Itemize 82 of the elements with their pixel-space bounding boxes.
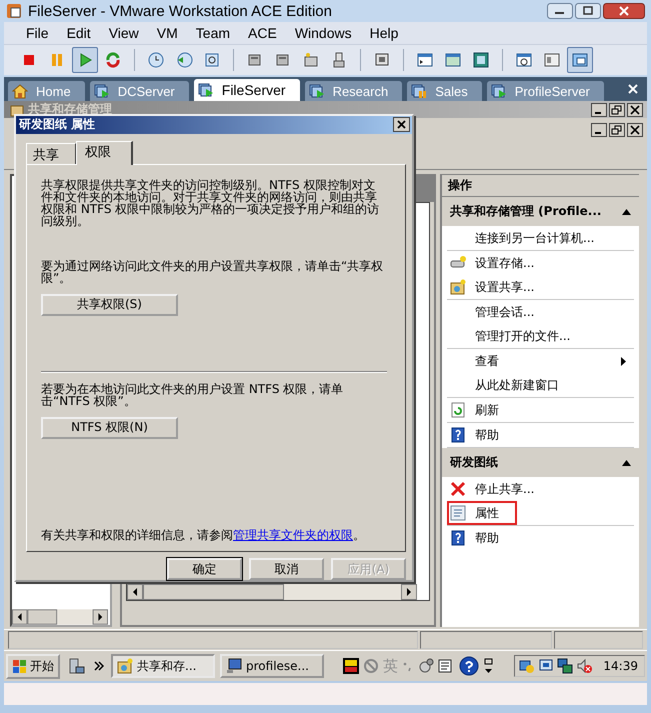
- windows-flag-icon: [12, 658, 28, 674]
- action-item[interactable]: 帮助: [447, 526, 634, 550]
- menu-item[interactable]: ACE: [240, 25, 287, 41]
- menu-item[interactable]: Windows: [286, 25, 362, 41]
- help-link[interactable]: 管理共享文件夹的权限: [233, 528, 353, 542]
- menu-item[interactable]: Help: [362, 25, 408, 41]
- help-icon: [450, 530, 466, 546]
- refresh-icon: [450, 402, 466, 418]
- vm-running-icon: [94, 83, 110, 99]
- menu-item[interactable]: View: [100, 25, 149, 41]
- start-button[interactable]: 开始: [6, 654, 60, 678]
- menu-item[interactable]: Edit: [58, 25, 101, 41]
- info-text: 有关共享和权限的详细信息，请参阅管理共享文件夹的权限。: [41, 529, 366, 541]
- action-item[interactable]: 从此处新建窗口: [447, 373, 634, 397]
- dialog-tab[interactable]: 权限: [76, 140, 133, 165]
- instruction-text: 要为通过网络访问此文件夹的用户设置共享权限，请单击“共享权限”。: [41, 260, 384, 284]
- menu-item[interactable]: Team: [188, 25, 240, 41]
- submenu-arrow-icon: [621, 356, 626, 366]
- minimize-icon: [547, 3, 573, 19]
- toolbar-button[interactable]: [567, 47, 593, 73]
- menu-arrow-icon: [484, 658, 494, 674]
- actions-header: 操作: [442, 174, 639, 197]
- keyboard-icon: [438, 658, 454, 674]
- app-icon: [10, 102, 24, 116]
- restore-icon: [609, 123, 625, 137]
- dialog-button[interactable]: 确定: [167, 558, 242, 580]
- section-header[interactable]: 共享和存储管理 (Profile...: [442, 197, 639, 226]
- ntfs-permissions-button[interactable]: NTFS 权限(N): [41, 416, 178, 439]
- instruction-text: 若要为在本地访问此文件夹的用户设置 NTFS 权限，请单击“NTFS 权限”。: [41, 382, 344, 407]
- action-item[interactable]: 查看: [447, 349, 634, 373]
- action-item[interactable]: 帮助: [447, 423, 634, 447]
- action-item[interactable]: 刷新: [447, 398, 634, 422]
- reset-icon: [104, 51, 122, 69]
- close-icon: [627, 123, 643, 137]
- taskbar-button[interactable]: profilese...: [220, 654, 324, 678]
- clock: 14:39: [602, 659, 638, 673]
- action-item[interactable]: 停止共享...: [447, 477, 634, 501]
- menu-item[interactable]: File: [18, 25, 59, 41]
- action-item[interactable]: 管理会话...: [447, 300, 634, 324]
- menu-item[interactable]: VM: [148, 25, 188, 41]
- close-icon: [393, 117, 410, 132]
- section-title: 研发图纸: [450, 454, 499, 471]
- action-item[interactable]: 设置共享...: [447, 275, 634, 299]
- prohibited-icon: [363, 658, 379, 674]
- vm-logo-icon: [6, 3, 22, 19]
- action-item[interactable]: 属性: [447, 501, 517, 525]
- action-item[interactable]: 连接到另一台计算机...: [447, 226, 634, 250]
- minimize-icon: [591, 123, 607, 137]
- dialog-title: 研发图纸 属性: [19, 116, 96, 134]
- toolbar-button[interactable]: [72, 47, 98, 73]
- maximize-icon: [575, 3, 601, 19]
- dialog-tab[interactable]: 共享: [26, 142, 76, 164]
- house-icon: [12, 83, 28, 99]
- server-icon: [67, 657, 85, 675]
- speaker-muted-icon: [576, 658, 592, 674]
- mmc-title: 共享和存储管理: [28, 101, 113, 118]
- help-icon: [450, 427, 466, 443]
- section-header[interactable]: 研发图纸: [442, 448, 639, 477]
- properties-icon: [450, 505, 466, 521]
- folder-icon: [117, 658, 133, 674]
- chevron-icon: [94, 661, 104, 671]
- vm-tab[interactable]: FileServer: [194, 79, 300, 101]
- section-title: 共享和存储管理 (Profile...: [450, 203, 602, 220]
- description-text: 共享权限提供共享文件夹的访问控制级别。NTFS 权限控制对文件和文件夹的本地访问。对于共享文件夹的网络访问，则由共享权限和 NTFS 权限中限制较为严格的一项决定授予用户和组的访问级别。: [41, 178, 380, 227]
- taskbar-button[interactable]: 共享和存...: [111, 654, 215, 678]
- share-permissions-button[interactable]: 共享权限(S): [41, 294, 178, 316]
- chevron-button[interactable]: [92, 661, 106, 671]
- stop-icon: [450, 481, 466, 497]
- share-icon: [450, 279, 466, 295]
- window-title: FileServer - VMware Workstation ACE Edition: [28, 2, 333, 20]
- close-icon: [627, 83, 639, 95]
- dialog-button[interactable]: 取消: [249, 558, 324, 580]
- action-item[interactable]: 设置存储...: [447, 251, 634, 275]
- close-icon: [603, 3, 645, 19]
- help-icon: [459, 656, 479, 676]
- vm-running-icon: [490, 83, 507, 99]
- ime-logo-icon: [343, 658, 359, 674]
- action-item[interactable]: 管理打开的文件...: [447, 324, 634, 348]
- vm-running-icon: [308, 83, 325, 99]
- vm-running-icon: [198, 82, 214, 98]
- computer-icon: [226, 658, 242, 674]
- vm-paused-icon: [411, 83, 428, 99]
